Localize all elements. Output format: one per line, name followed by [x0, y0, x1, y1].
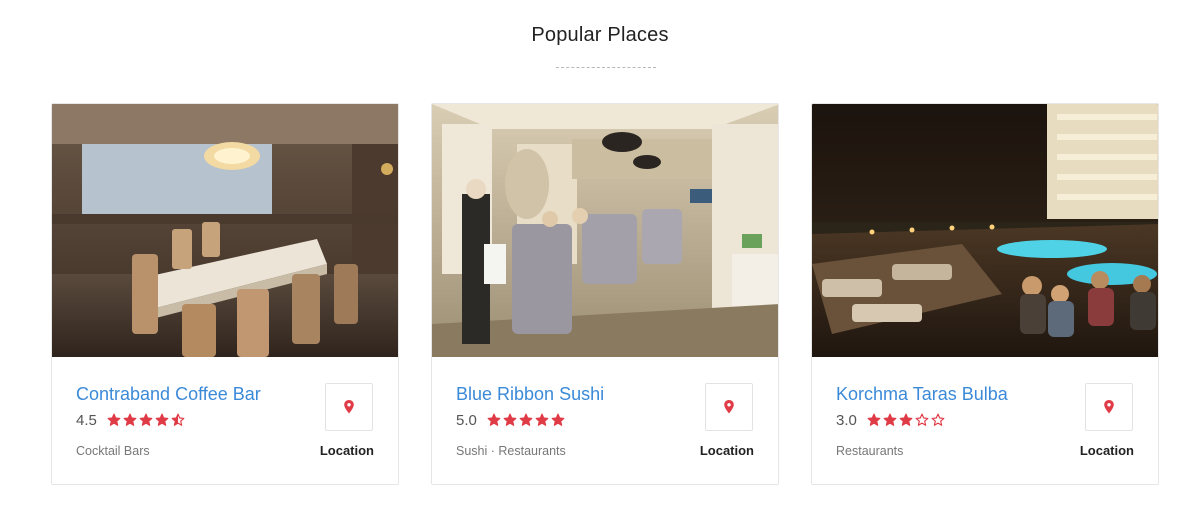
title-divider	[556, 67, 656, 68]
place-card-contraband[interactable]: Contraband Coffee Bar 4.5 Cocktail Bars …	[51, 103, 399, 485]
star-full-icon	[551, 413, 565, 426]
rating-row: 4.5	[76, 410, 185, 430]
place-photo[interactable]	[52, 104, 398, 357]
rating-row: 3.0	[836, 410, 945, 430]
place-category: Cocktail Bars	[76, 444, 150, 458]
location-label[interactable]: Location	[700, 443, 754, 458]
location-button[interactable]	[705, 383, 753, 431]
star-full-icon	[867, 413, 881, 426]
map-pin-icon	[724, 400, 734, 414]
location-button[interactable]	[325, 383, 373, 431]
place-card-korchma[interactable]: Korchma Taras Bulba 3.0 Restaurants Loca…	[811, 103, 1159, 485]
place-name-link[interactable]: Blue Ribbon Sushi	[456, 384, 604, 405]
star-half-icon	[171, 413, 185, 426]
place-category: Restaurants	[836, 444, 904, 458]
star-empty-icon	[915, 413, 929, 426]
star-rating	[867, 413, 945, 427]
rating-row: 5.0	[456, 410, 565, 430]
rating-value: 5.0	[456, 411, 477, 429]
place-card-blue-ribbon[interactable]: Blue Ribbon Sushi 5.0 Sushi · Restaurant…	[431, 103, 779, 485]
star-rating	[487, 413, 565, 427]
star-full-icon	[107, 413, 121, 426]
section-title: Popular Places	[531, 24, 669, 46]
star-full-icon	[899, 413, 913, 426]
star-full-icon	[519, 413, 533, 426]
location-button[interactable]	[1085, 383, 1133, 431]
star-full-icon	[883, 413, 897, 426]
star-full-icon	[535, 413, 549, 426]
map-pin-icon	[1104, 400, 1114, 414]
star-full-icon	[123, 413, 137, 426]
location-label[interactable]: Location	[1080, 443, 1134, 458]
place-category: Sushi · Restaurants	[456, 444, 566, 458]
map-pin-icon	[344, 400, 354, 414]
star-full-icon	[487, 413, 501, 426]
place-name-link[interactable]: Korchma Taras Bulba	[836, 384, 1008, 405]
star-full-icon	[139, 413, 153, 426]
star-full-icon	[503, 413, 517, 426]
star-full-icon	[155, 413, 169, 426]
rating-value: 3.0	[836, 411, 857, 429]
rating-value: 4.5	[76, 411, 97, 429]
place-name-link[interactable]: Contraband Coffee Bar	[76, 384, 261, 405]
place-photo[interactable]	[432, 104, 778, 357]
star-rating	[107, 413, 185, 427]
place-photo[interactable]	[812, 104, 1158, 357]
location-label[interactable]: Location	[320, 443, 374, 458]
star-empty-icon	[931, 413, 945, 426]
